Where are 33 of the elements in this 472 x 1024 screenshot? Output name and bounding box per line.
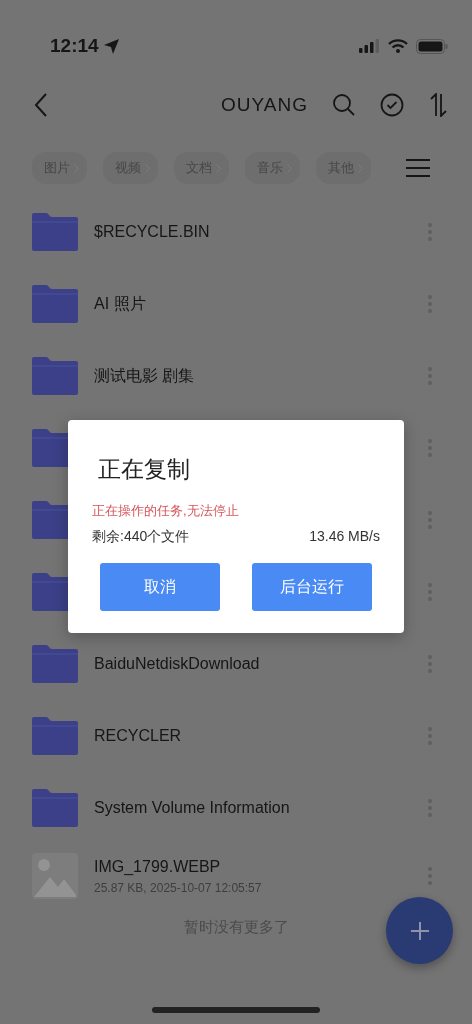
search-icon[interactable]	[332, 93, 356, 117]
select-check-icon[interactable]	[380, 93, 404, 117]
file-name[interactable]: $RECYCLE.BIN	[94, 220, 210, 244]
plus-icon	[409, 920, 430, 941]
file-name[interactable]: 测试电影 剧集	[94, 364, 195, 388]
folder-icon	[32, 717, 78, 755]
folder-icon	[32, 789, 78, 827]
dialog-title: 正在复制	[98, 455, 191, 484]
location-arrow-icon	[102, 37, 120, 55]
file-name[interactable]: System Volume Information	[94, 796, 290, 820]
file-name[interactable]: RECYCLER	[94, 724, 182, 748]
menu-icon[interactable]	[406, 159, 430, 177]
sort-icon[interactable]	[428, 93, 448, 117]
folder-title: OUYANG	[221, 92, 308, 117]
signal-icon	[358, 39, 380, 53]
file-name[interactable]: AI 照片	[94, 292, 146, 316]
folder-icon	[32, 285, 78, 323]
folder-icon	[32, 357, 78, 395]
back-icon[interactable]	[34, 93, 48, 117]
folder-icon	[32, 645, 78, 683]
background-run-button[interactable]: 后台运行	[252, 563, 372, 611]
cancel-button[interactable]: 取消	[100, 563, 220, 611]
image-thumbnail-icon	[32, 853, 78, 899]
file-name[interactable]: BaiduNetdiskDownload	[94, 652, 260, 676]
add-button[interactable]	[386, 897, 453, 964]
wifi-icon	[388, 39, 408, 53]
warning-text: 正在操作的任务,无法停止	[92, 501, 240, 520]
file-name[interactable]: IMG_1799.WEBP	[94, 855, 262, 879]
battery-icon	[416, 38, 448, 54]
folder-icon	[32, 213, 78, 251]
clock-time: 12:14	[50, 33, 99, 58]
transfer-speed-text: 13.46 MB/s	[309, 527, 380, 546]
remaining-files-text: 剩余:440个文件	[92, 527, 190, 546]
